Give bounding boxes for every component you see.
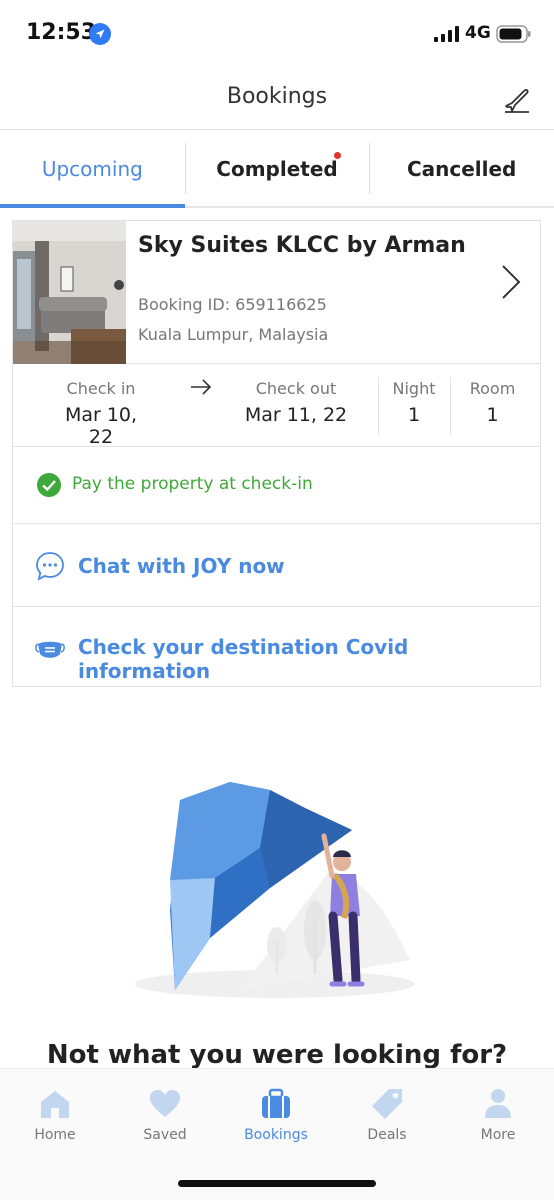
chat-bubble-icon xyxy=(36,552,64,581)
check-in-label: Check in xyxy=(66,379,136,398)
room-value: 1 xyxy=(486,404,499,426)
status-bar: 12:53 4G xyxy=(0,0,554,66)
tabbar-item-home[interactable]: Home xyxy=(0,1087,110,1143)
nights: Night 1 xyxy=(379,379,449,426)
network-label: 4G xyxy=(465,23,491,43)
payment-note: Pay the property at check-in xyxy=(72,474,313,494)
tab-completed[interactable]: Completed xyxy=(184,131,370,206)
empty-state-illustration xyxy=(135,782,415,998)
chevron-right-icon[interactable] xyxy=(500,263,522,301)
tabbar-label: Saved xyxy=(143,1127,187,1143)
heart-icon xyxy=(150,1090,180,1117)
suitcase-icon xyxy=(262,1088,290,1118)
hotel-name: Sky Suites KLCC by Arman xyxy=(138,233,466,258)
signal-icon xyxy=(434,26,459,42)
location-arrow-icon xyxy=(89,23,111,45)
booking-card[interactable]: Sky Suites KLCC by Arman Booking ID: 659… xyxy=(12,220,541,687)
covid-link-row[interactable]: Check your destination Covid information xyxy=(13,608,540,687)
person-icon xyxy=(485,1089,511,1118)
tabbar-item-deals[interactable]: Deals xyxy=(332,1087,442,1143)
tabbar-label: Home xyxy=(34,1127,76,1143)
home-indicator xyxy=(178,1180,376,1187)
covid-info-link[interactable]: Check your destination Covid information xyxy=(78,635,540,683)
flight-icon[interactable] xyxy=(502,84,532,114)
face-mask-icon xyxy=(35,641,65,658)
notification-dot xyxy=(334,152,341,159)
tabbar-item-bookings[interactable]: Bookings xyxy=(221,1087,331,1143)
check-in: Check in Mar 10, 22 xyxy=(51,379,151,448)
chat-link[interactable]: Chat with JOY now xyxy=(78,554,285,578)
tab-cancelled[interactable]: Cancelled xyxy=(369,131,554,206)
tab-upcoming[interactable]: Upcoming xyxy=(0,131,185,208)
room-label: Room xyxy=(469,379,516,398)
stay-dates: Check in Mar 10, 22 Check out Mar 11, 22… xyxy=(13,365,540,448)
tabbar-label: Deals xyxy=(367,1127,407,1143)
chat-link-row[interactable]: Chat with JOY now xyxy=(13,525,540,607)
check-circle-icon xyxy=(37,473,61,497)
hotel-location: Kuala Lumpur, Malaysia xyxy=(138,325,329,344)
booking-tabs: Upcoming Completed Cancelled xyxy=(0,131,554,208)
empty-state-heading: Not what you were looking for? xyxy=(46,1040,508,1068)
booking-id: Booking ID: 659116625 xyxy=(138,295,327,314)
arrow-right-icon xyxy=(191,379,212,395)
check-out: Check out Mar 11, 22 xyxy=(236,379,356,426)
tabbar-item-saved[interactable]: Saved xyxy=(110,1087,220,1143)
check-in-value: Mar 10, 22 xyxy=(64,404,138,448)
battery-icon xyxy=(496,25,531,43)
hotel-photo xyxy=(13,221,126,364)
tag-icon xyxy=(372,1089,402,1119)
home-icon xyxy=(41,1091,69,1118)
tabbar-label: More xyxy=(480,1127,516,1143)
rooms: Room 1 xyxy=(451,379,534,426)
status-time: 12:53 xyxy=(26,20,97,45)
booking-summary[interactable]: Sky Suites KLCC by Arman Booking ID: 659… xyxy=(13,221,540,364)
tabbar-item-more[interactable]: More xyxy=(443,1087,553,1143)
page-title: Bookings xyxy=(226,84,328,109)
night-label: Night xyxy=(392,379,436,398)
check-out-value: Mar 11, 22 xyxy=(244,404,348,426)
night-value: 1 xyxy=(407,404,421,426)
check-out-label: Check out xyxy=(255,379,337,398)
payment-note-row: Pay the property at check-in xyxy=(13,448,540,524)
tabbar-label: Bookings xyxy=(244,1127,308,1143)
header: Bookings xyxy=(0,66,554,130)
